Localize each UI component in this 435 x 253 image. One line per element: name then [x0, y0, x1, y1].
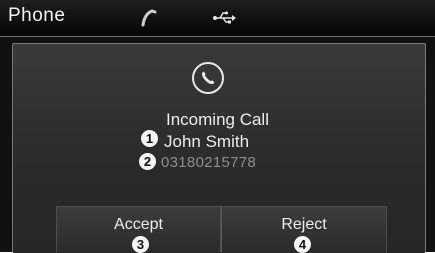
- phone-icon: [192, 62, 224, 94]
- callout-3: 3: [132, 236, 149, 253]
- caller-number: 03180215778: [161, 154, 257, 171]
- phone-screen: Phone Incoming Call 1 John Smith 2 03180…: [0, 0, 435, 253]
- callout-4: 4: [294, 236, 311, 253]
- bluetooth-call-icon: [138, 8, 158, 28]
- usb-icon: [212, 10, 236, 26]
- status-bar: Phone: [0, 0, 435, 37]
- caller-name: John Smith: [164, 132, 250, 151]
- callout-2: 2: [139, 153, 156, 170]
- call-status-text: Incoming Call: [166, 110, 269, 129]
- app-title: Phone: [8, 5, 66, 26]
- callout-1: 1: [141, 130, 158, 147]
